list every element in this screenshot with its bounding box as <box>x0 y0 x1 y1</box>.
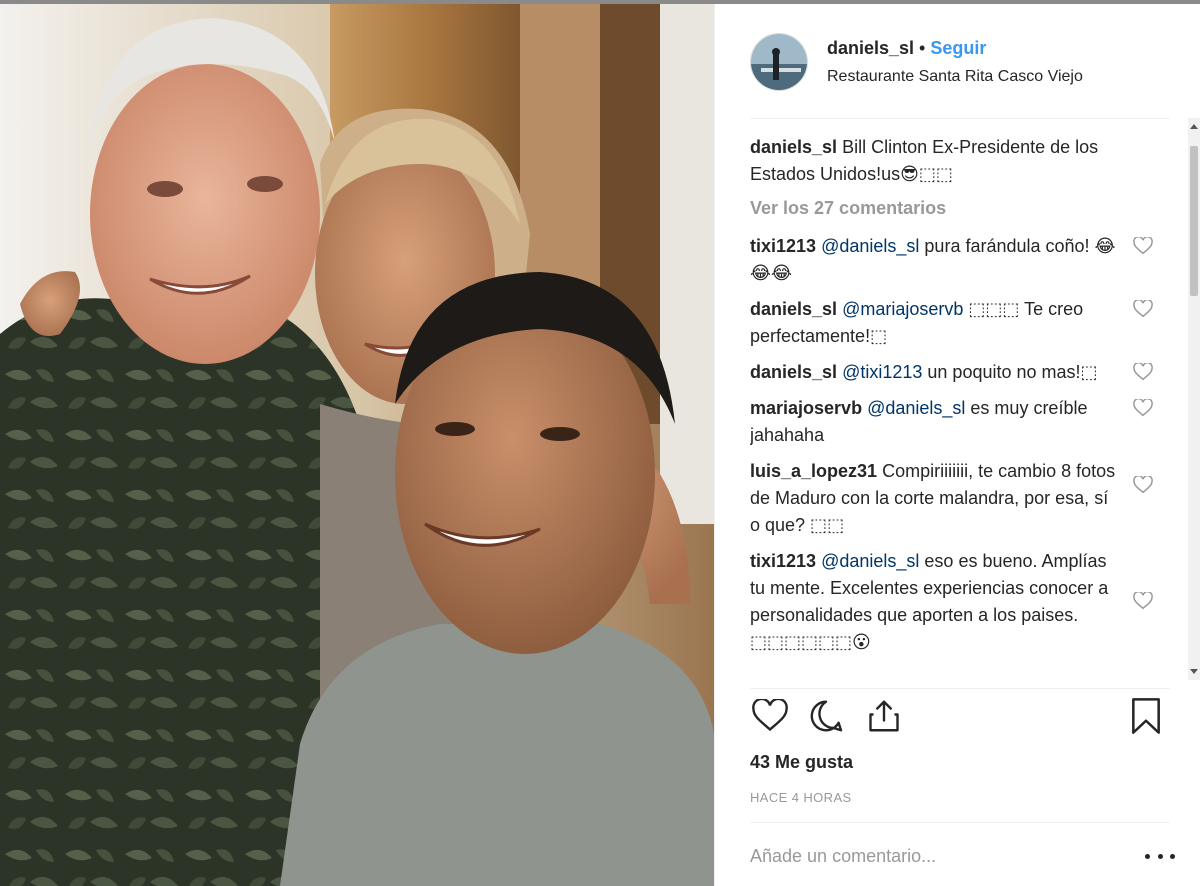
location-link[interactable]: Restaurante Santa Rita Casco Viejo <box>827 68 1083 86</box>
comment-username[interactable]: tixi1213 <box>750 236 816 256</box>
comments-scrollbar[interactable] <box>1188 118 1200 680</box>
add-comment-input[interactable] <box>750 840 1130 872</box>
post-username[interactable]: daniels_sl <box>827 38 914 58</box>
comment-mention[interactable]: @daniels_sl <box>821 236 919 256</box>
ellipsis-icon <box>1157 853 1163 859</box>
comment-username[interactable]: tixi1213 <box>750 551 816 571</box>
comment-item: daniels_sl @tixi1213 un poquito no mas!⬚ <box>750 359 1153 386</box>
comment-username[interactable]: luis_a_lopez31 <box>750 461 877 481</box>
comment-item: mariajoservb @daniels_sl es muy creíble … <box>750 395 1153 449</box>
comment-text: un poquito no mas!⬚ <box>927 362 1098 382</box>
more-options-button[interactable] <box>1145 844 1175 868</box>
separator-dot: • <box>919 38 926 58</box>
share-icon <box>869 700 899 732</box>
comment-like-icon[interactable] <box>1133 363 1153 381</box>
scroll-down-arrow-icon[interactable] <box>1190 669 1198 674</box>
comment-mention[interactable]: @tixi1213 <box>842 362 922 382</box>
comment-username[interactable]: daniels_sl <box>750 362 837 382</box>
scroll-up-arrow-icon[interactable] <box>1190 124 1198 129</box>
divider <box>750 118 1170 119</box>
comment-item: daniels_sl @mariajoservb ⬚⬚⬚ Te creo per… <box>750 296 1153 350</box>
ellipsis-icon <box>1145 853 1150 859</box>
selfie-image <box>0 4 714 886</box>
likes-count[interactable]: 43 Me gusta <box>750 752 853 773</box>
comment-item: luis_a_lopez31 Compiriiiiiii, te cambio … <box>750 458 1153 539</box>
avatar[interactable] <box>750 33 808 91</box>
post-actions-bar <box>750 696 1170 740</box>
caption: daniels_sl Bill Clinton Ex-Presidente de… <box>750 134 1150 188</box>
comment-username[interactable]: daniels_sl <box>750 299 837 319</box>
comment-mention[interactable]: @daniels_sl <box>867 398 965 418</box>
share-button[interactable] <box>864 696 904 736</box>
comment-mention[interactable]: @daniels_sl <box>821 551 919 571</box>
post-header: daniels_sl • Seguir Restaurante Santa Rita… <box>750 28 1170 98</box>
bookmark-icon <box>1132 698 1160 734</box>
comment-like-icon[interactable] <box>1133 592 1153 610</box>
avatar-image <box>751 34 807 90</box>
post-timestamp[interactable]: HACE 4 HORAS <box>750 790 852 805</box>
caption-username[interactable]: daniels_sl <box>750 137 837 157</box>
comment-like-icon[interactable] <box>1133 237 1153 255</box>
ellipsis-icon <box>1170 853 1175 859</box>
post-side-panel: daniels_sl • Seguir Restaurante Santa Rita… <box>714 4 1200 886</box>
comment-mention[interactable]: @mariajoservb <box>842 299 963 319</box>
heart-outline-icon <box>752 699 788 732</box>
comment-like-icon[interactable] <box>1133 476 1153 494</box>
user-line: daniels_sl • Seguir <box>827 38 986 59</box>
speech-bubble-icon <box>810 700 843 732</box>
comments-list[interactable]: daniels_sl Bill Clinton Ex-Presidente de… <box>750 134 1190 682</box>
comment-username[interactable]: mariajoservb <box>750 398 862 418</box>
comment-like-icon[interactable] <box>1133 300 1153 318</box>
like-button[interactable] <box>750 696 790 736</box>
divider <box>750 688 1170 689</box>
save-button[interactable] <box>1126 696 1166 736</box>
comment-item: tixi1213 @daniels_sl eso es bueno. Amplí… <box>750 548 1153 656</box>
scrollbar-thumb[interactable] <box>1190 146 1198 296</box>
comment-item: tixi1213 @daniels_sl pura farándula coño… <box>750 233 1153 287</box>
comment-like-icon[interactable] <box>1133 399 1153 417</box>
post-photo[interactable] <box>0 4 714 886</box>
view-all-comments-link[interactable]: Ver los 27 comentarios <box>750 198 1190 219</box>
follow-button[interactable]: Seguir <box>930 38 986 58</box>
divider <box>750 822 1170 823</box>
comment-button[interactable] <box>806 696 846 736</box>
